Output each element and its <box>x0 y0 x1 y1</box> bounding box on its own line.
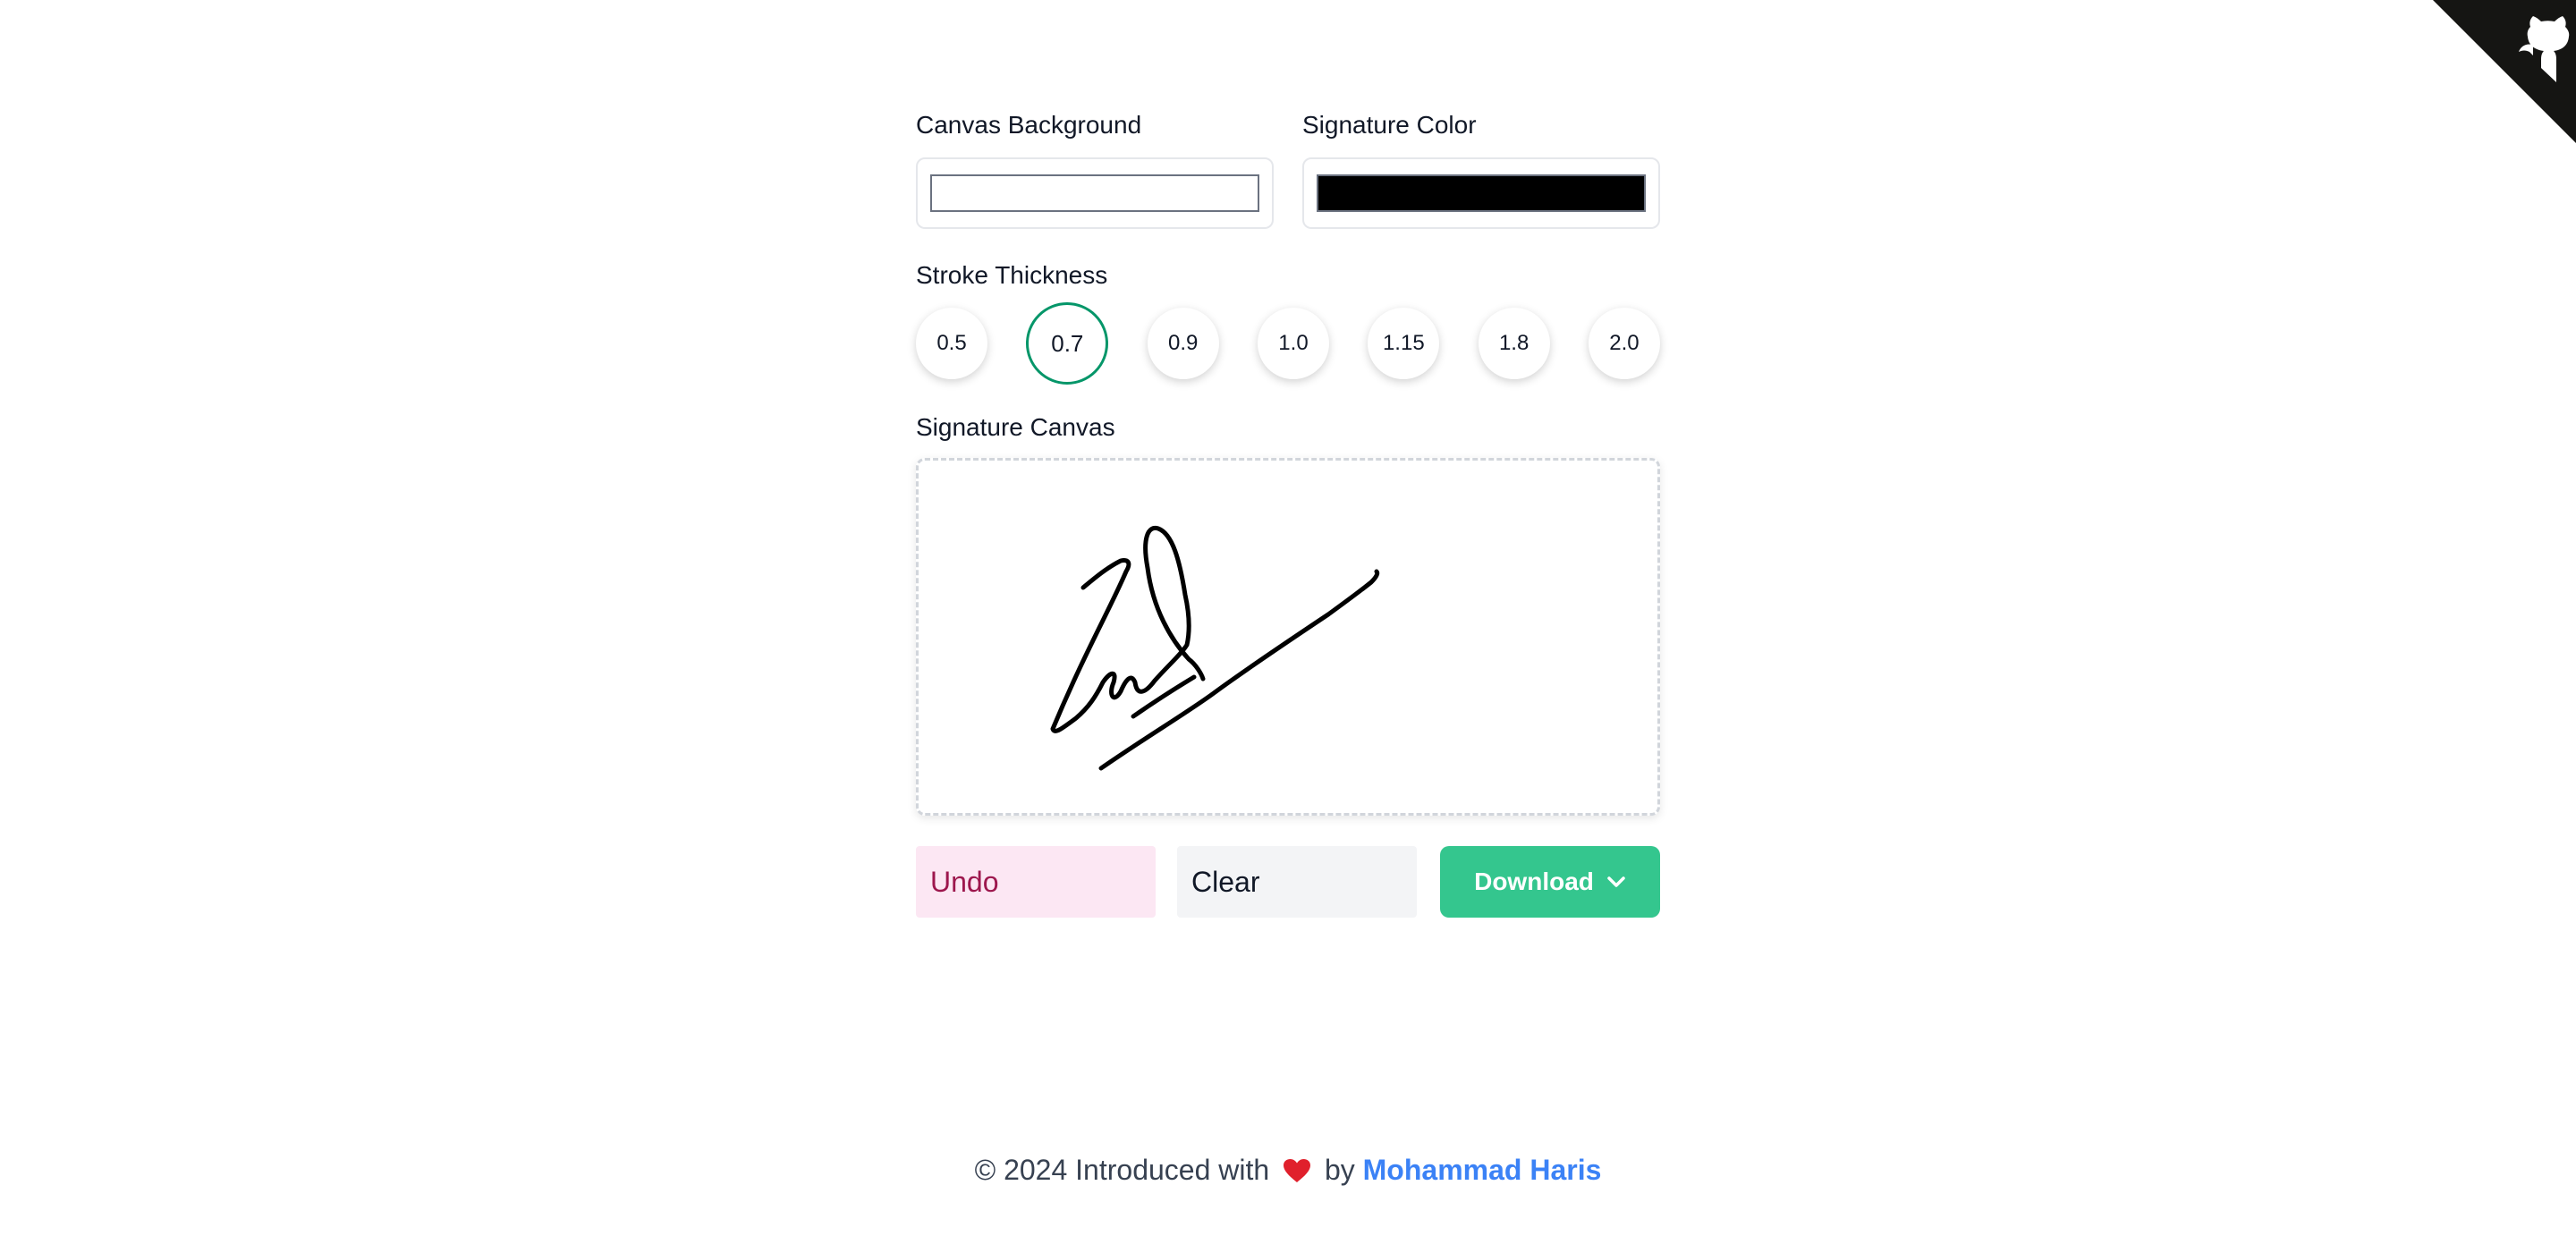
stroke-option-2-0[interactable]: 2.0 <box>1588 308 1660 379</box>
heart-icon <box>1284 1159 1311 1182</box>
footer: © 2024 Introduced with by Mohammad Haris <box>0 1154 2576 1187</box>
canvas-background-swatch[interactable] <box>930 174 1259 212</box>
signature-color-field: Signature Color <box>1302 113 1660 229</box>
color-controls: Canvas Background Signature Color <box>916 113 1660 229</box>
signature-color-swatch[interactable] <box>1317 174 1646 212</box>
download-label: Download <box>1474 868 1594 895</box>
signature-canvas-label: Signature Canvas <box>916 413 1115 441</box>
stroke-option-1-15[interactable]: 1.15 <box>1368 308 1440 379</box>
chevron-down-icon <box>1607 876 1625 887</box>
stroke-option-0-9[interactable]: 0.9 <box>1147 308 1219 379</box>
stroke-option-0-7[interactable]: 0.7 <box>1026 302 1109 385</box>
canvas-background-picker[interactable] <box>916 157 1274 229</box>
signature-pad: Canvas Background Signature Color Stroke… <box>916 113 1660 918</box>
undo-button[interactable]: Undo <box>916 846 1156 918</box>
canvas-background-label: Canvas Background <box>916 111 1142 139</box>
author-link[interactable]: Mohammad Haris <box>1363 1154 1602 1186</box>
clear-button[interactable]: Clear <box>1177 846 1417 918</box>
github-octocat-icon <box>2433 0 2576 143</box>
footer-copyright: © 2024 Introduced with <box>974 1154 1270 1186</box>
action-bar: Undo Clear Download <box>916 846 1660 918</box>
signature-color-picker[interactable] <box>1302 157 1660 229</box>
stroke-option-0-5[interactable]: 0.5 <box>916 308 987 379</box>
signature-canvas-section: Signature Canvas <box>916 415 1660 816</box>
download-button[interactable]: Download <box>1440 846 1660 918</box>
github-corner-link[interactable] <box>2433 0 2576 143</box>
stroke-thickness-label: Stroke Thickness <box>916 261 1108 289</box>
footer-by: by <box>1324 1154 1355 1186</box>
signature-canvas[interactable] <box>916 458 1660 816</box>
canvas-background-field: Canvas Background <box>916 113 1274 229</box>
signature-drawing <box>1050 525 1380 771</box>
stroke-thickness-section: Stroke Thickness 0.5 0.7 0.9 1.0 1.15 1.… <box>916 263 1660 385</box>
signature-color-label: Signature Color <box>1302 111 1477 139</box>
page: Canvas Background Signature Color Stroke… <box>0 0 2576 1236</box>
stroke-option-1-8[interactable]: 1.8 <box>1478 308 1550 379</box>
stroke-option-1-0[interactable]: 1.0 <box>1257 308 1329 379</box>
stroke-options: 0.5 0.7 0.9 1.0 1.15 1.8 2.0 <box>916 302 1660 385</box>
